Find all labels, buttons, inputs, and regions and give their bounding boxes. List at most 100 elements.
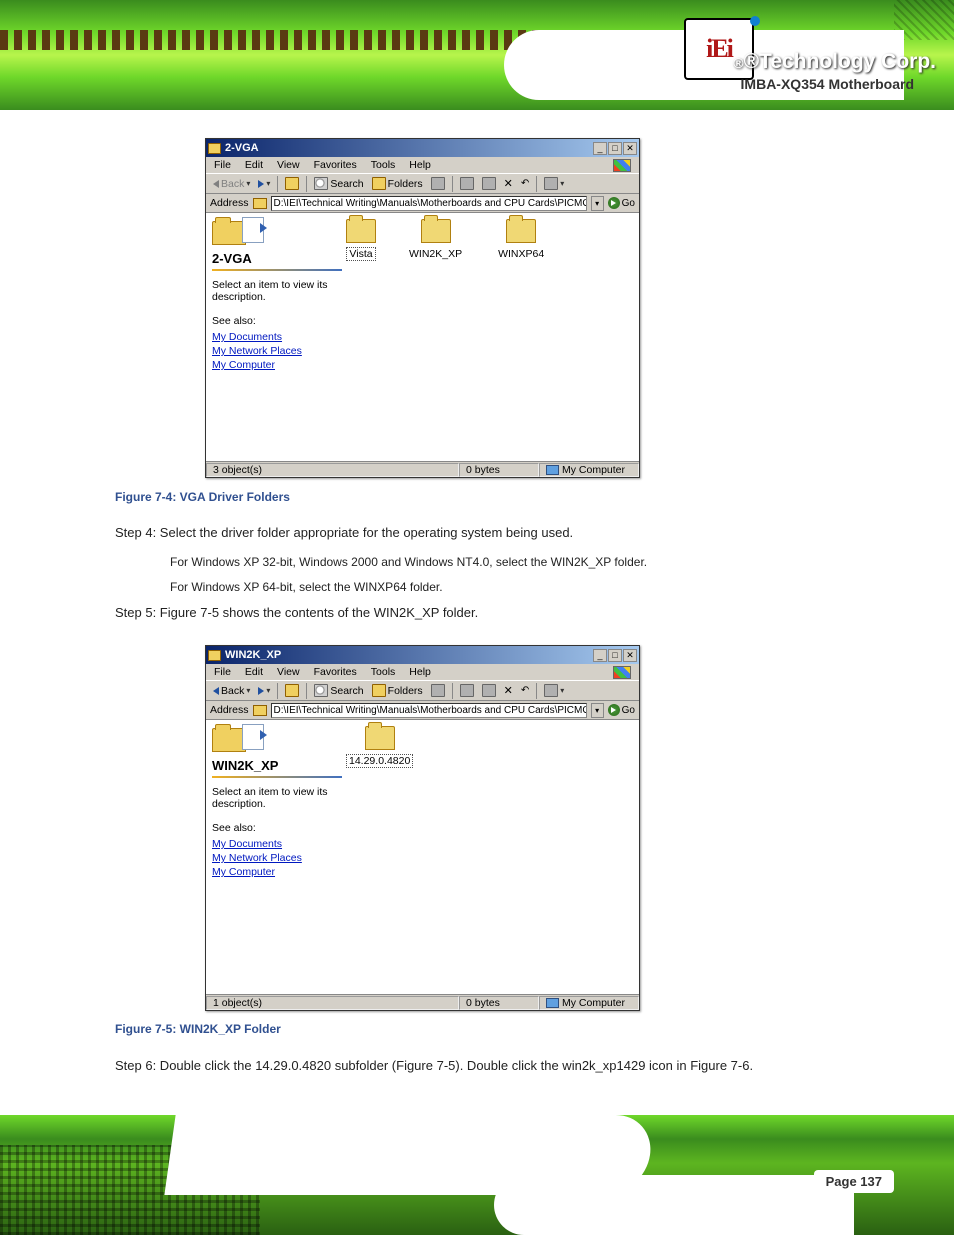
maximize-button[interactable]: □	[608, 649, 622, 662]
back-label: Back	[221, 685, 244, 697]
folder-icon	[253, 705, 267, 716]
go-icon	[608, 197, 620, 209]
step-5: Step 5: Figure 7-5 shows the contents of…	[115, 605, 478, 620]
link-my-network-places[interactable]: My Network Places	[212, 345, 342, 357]
menu-tools[interactable]: Tools	[371, 159, 396, 171]
link-my-documents[interactable]: My Documents	[212, 331, 342, 343]
move-button[interactable]	[457, 176, 477, 191]
folder-label: Vista	[346, 247, 375, 261]
folders-button[interactable]: Folders	[369, 683, 426, 698]
undo-button[interactable]: ↶	[518, 684, 532, 697]
back-button[interactable]: Back▾	[210, 684, 253, 698]
menubar: File Edit View Favorites Tools Help	[206, 664, 639, 680]
folders-icon	[372, 684, 386, 697]
undo-button[interactable]: ↶	[518, 177, 532, 190]
link-my-computer[interactable]: My Computer	[212, 359, 342, 371]
move-button[interactable]	[457, 683, 477, 698]
left-pane: WIN2K_XP Select an item to view its desc…	[212, 724, 342, 880]
folder-item-vista[interactable]: Vista	[346, 219, 376, 261]
windows-logo-icon	[613, 666, 631, 679]
address-dropdown[interactable]: ▾	[591, 196, 604, 211]
menu-edit[interactable]: Edit	[245, 159, 263, 171]
up-button[interactable]	[282, 176, 302, 191]
address-label: Address	[210, 704, 249, 716]
explorer-window-vga: 2-VGA _ □ ✕ File Edit View Favorites Too…	[205, 138, 640, 478]
pane-title: WIN2K_XP	[212, 758, 342, 773]
close-button[interactable]: ✕	[623, 649, 637, 662]
menu-tools[interactable]: Tools	[371, 666, 396, 678]
figure-1-caption: Figure 7-4: VGA Driver Folders	[115, 490, 290, 504]
menu-help[interactable]: Help	[409, 666, 431, 678]
copy-button[interactable]	[479, 176, 499, 191]
page-number: Page 137	[814, 1170, 894, 1193]
folder-item-winxp64[interactable]: WINXP64	[495, 219, 547, 261]
address-dropdown[interactable]: ▾	[591, 703, 604, 718]
status-bytes: 0 bytes	[459, 996, 539, 1010]
folders-button[interactable]: Folders	[369, 176, 426, 191]
views-button[interactable]: ▾	[541, 176, 567, 191]
folders-icon	[372, 177, 386, 190]
go-label: Go	[622, 198, 635, 209]
forward-button[interactable]: ▾	[255, 685, 273, 696]
search-button[interactable]: Search	[311, 683, 366, 698]
menu-view[interactable]: View	[277, 666, 300, 678]
menu-favorites[interactable]: Favorites	[314, 159, 357, 171]
back-button[interactable]: Back▾	[210, 177, 253, 191]
menu-view[interactable]: View	[277, 159, 300, 171]
up-button[interactable]	[282, 683, 302, 698]
folder-icon	[208, 650, 221, 661]
forward-button[interactable]: ▾	[255, 178, 273, 189]
address-bar: Address D:\IEI\Technical Writing\Manuals…	[206, 194, 639, 213]
folder-item-win2kxp[interactable]: WIN2K_XP	[406, 219, 465, 261]
folder-label: WINXP64	[495, 247, 547, 261]
folder-icon	[253, 198, 267, 209]
delete-button[interactable]: ✕	[501, 683, 516, 698]
folder-icon	[365, 726, 395, 750]
content-area: 2-VGA Select an item to view its descrip…	[206, 213, 639, 461]
address-field[interactable]: D:\IEI\Technical Writing\Manuals\Motherb…	[271, 196, 587, 211]
address-path: D:\IEI\Technical Writing\Manuals\Motherb…	[274, 198, 587, 209]
address-field[interactable]: D:\IEI\Technical Writing\Manuals\Motherb…	[271, 703, 587, 718]
hint-text: Select an item to view its description.	[212, 786, 342, 810]
menu-favorites[interactable]: Favorites	[314, 666, 357, 678]
link-my-documents[interactable]: My Documents	[212, 838, 342, 850]
folder-icons: 14.29.0.4820	[346, 726, 413, 768]
minimize-button[interactable]: _	[593, 649, 607, 662]
history-button[interactable]	[428, 176, 448, 191]
link-my-computer[interactable]: My Computer	[212, 866, 342, 878]
minimize-button[interactable]: _	[593, 142, 607, 155]
divider	[212, 776, 342, 778]
delete-button[interactable]: ✕	[501, 176, 516, 191]
copy-button[interactable]	[479, 683, 499, 698]
folder-icon	[421, 219, 451, 243]
folder-up-icon	[285, 684, 299, 697]
figure-2-caption: Figure 7-5: WIN2K_XP Folder	[115, 1022, 281, 1036]
top-banner: iEi ®®Technology Corp.	[0, 0, 954, 110]
folder-icon	[208, 143, 221, 154]
go-button[interactable]: Go	[608, 704, 635, 716]
menu-edit[interactable]: Edit	[245, 666, 263, 678]
open-folder-graphic	[212, 724, 282, 754]
link-my-network-places[interactable]: My Network Places	[212, 852, 342, 864]
folder-item-version[interactable]: 14.29.0.4820	[346, 726, 413, 768]
views-button[interactable]: ▾	[541, 683, 567, 698]
arrow-right-icon	[258, 180, 264, 188]
swoosh-2	[494, 1175, 854, 1235]
folder-label: 14.29.0.4820	[346, 754, 413, 768]
logo-text: iEi	[706, 34, 732, 64]
address-path: D:\IEI\Technical Writing\Manuals\Motherb…	[274, 705, 587, 716]
go-label: Go	[622, 705, 635, 716]
titlebar[interactable]: 2-VGA _ □ ✕	[206, 139, 639, 157]
maximize-button[interactable]: □	[608, 142, 622, 155]
open-folder-graphic	[212, 217, 282, 247]
history-button[interactable]	[428, 683, 448, 698]
menu-file[interactable]: File	[214, 666, 231, 678]
go-button[interactable]: Go	[608, 197, 635, 209]
titlebar[interactable]: WIN2K_XP _ □ ✕	[206, 646, 639, 664]
menu-file[interactable]: File	[214, 159, 231, 171]
content-area: WIN2K_XP Select an item to view its desc…	[206, 720, 639, 994]
menu-help[interactable]: Help	[409, 159, 431, 171]
close-button[interactable]: ✕	[623, 142, 637, 155]
search-button[interactable]: Search	[311, 176, 366, 191]
status-loc-text: My Computer	[562, 464, 625, 476]
